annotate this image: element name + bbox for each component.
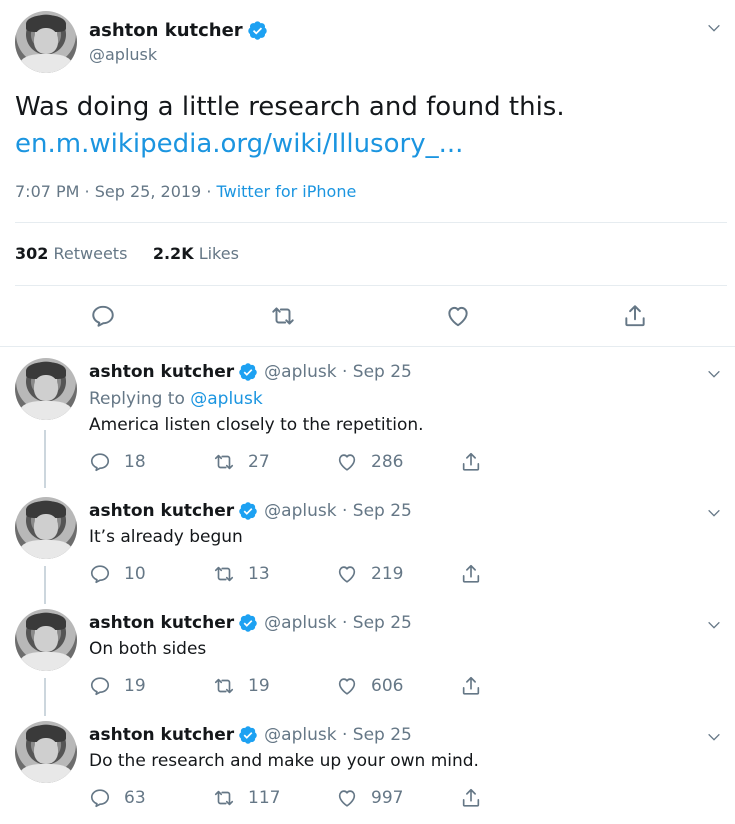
handle-date[interactable]: @aplusk · Sep 25 [264,501,412,521]
retweet-action[interactable]: 19 [213,675,270,697]
reply-icon[interactable] [90,303,116,329]
thread-line [44,566,46,604]
reply-action[interactable]: 63 [89,787,146,809]
divider [15,285,727,286]
share-action[interactable] [460,563,495,585]
divider [0,346,735,347]
tweet-date[interactable]: Sep 25, 2019 [95,182,202,201]
thread-line [44,678,46,716]
like-action[interactable]: 997 [336,787,403,809]
author-name[interactable]: ashton kutcher [89,725,234,745]
like-icon [336,787,358,809]
chevron-down-icon[interactable] [706,366,722,382]
retweet-action[interactable]: 27 [213,451,270,473]
tweet-meta: 7:07 PM · Sep 25, 2019 · Twitter for iPh… [15,182,357,201]
retweet-action[interactable]: 13 [213,563,270,585]
chevron-down-icon[interactable] [706,729,722,745]
share-action[interactable] [460,451,495,473]
like-icon[interactable] [445,303,471,329]
author-name[interactable]: ashton kutcher [89,501,234,521]
chevron-down-icon[interactable] [706,505,722,521]
reply-icon [89,451,111,473]
verified-badge-icon [238,725,258,745]
retweet-icon[interactable] [270,303,296,329]
avatar[interactable] [15,721,77,783]
like-icon [336,451,358,473]
avatar[interactable] [15,358,77,420]
tweet-time[interactable]: 7:07 PM [15,182,79,201]
reply-icon [89,787,111,809]
like-action[interactable]: 286 [336,451,403,473]
share-action[interactable] [460,787,495,809]
avatar[interactable] [15,11,77,73]
like-icon [336,675,358,697]
replying-to-link[interactable]: @aplusk [190,389,262,409]
reply-text: On both sides [89,639,207,659]
likes-stat[interactable]: 2.2K Likes [153,244,239,263]
reply-icon [89,675,111,697]
share-icon[interactable] [622,303,648,329]
reply-icon [89,563,111,585]
tweet-text: Was doing a little research and found th… [15,92,565,122]
reply-action[interactable]: 10 [89,563,146,585]
handle-date[interactable]: @aplusk · Sep 25 [264,725,412,745]
like-action[interactable]: 606 [336,675,403,697]
retweet-icon [213,787,235,809]
retweet-icon [213,451,235,473]
share-icon [460,787,482,809]
chevron-down-icon[interactable] [706,617,722,633]
author-handle[interactable]: @aplusk [89,45,157,65]
author-name[interactable]: ashton kutcher [89,613,234,633]
handle-date[interactable]: @aplusk · Sep 25 [264,613,412,633]
like-icon [336,563,358,585]
verified-badge-icon [238,362,258,382]
author-name[interactable]: ashton kutcher [89,20,243,41]
tweet-source[interactable]: Twitter for iPhone [217,182,357,201]
chevron-down-icon[interactable] [706,20,722,36]
retweets-stat[interactable]: 302 Retweets [15,244,127,263]
reply-text: America listen closely to the repetition… [89,415,424,435]
avatar[interactable] [15,609,77,671]
retweet-icon [213,563,235,585]
divider [15,222,727,223]
verified-badge-icon [238,613,258,633]
share-icon [460,675,482,697]
replying-to: Replying to @aplusk [89,389,263,409]
share-action[interactable] [460,675,495,697]
share-icon [460,451,482,473]
reply-text: It’s already begun [89,527,243,547]
share-icon [460,563,482,585]
tweet-stats: 302 Retweets 2.2K Likes [15,244,239,264]
reply-action[interactable]: 19 [89,675,146,697]
retweet-action[interactable]: 117 [213,787,280,809]
reply-action[interactable]: 18 [89,451,146,473]
verified-badge-icon [238,501,258,521]
reply-text: Do the research and make up your own min… [89,751,479,771]
like-action[interactable]: 219 [336,563,403,585]
retweet-icon [213,675,235,697]
tweet-link[interactable]: en.m.wikipedia.org/wiki/Illusory_... [15,128,463,160]
handle-date[interactable]: @aplusk · Sep 25 [264,362,412,382]
avatar[interactable] [15,497,77,559]
verified-badge-icon [247,20,268,41]
author-name[interactable]: ashton kutcher [89,362,234,382]
thread-line [44,430,46,488]
